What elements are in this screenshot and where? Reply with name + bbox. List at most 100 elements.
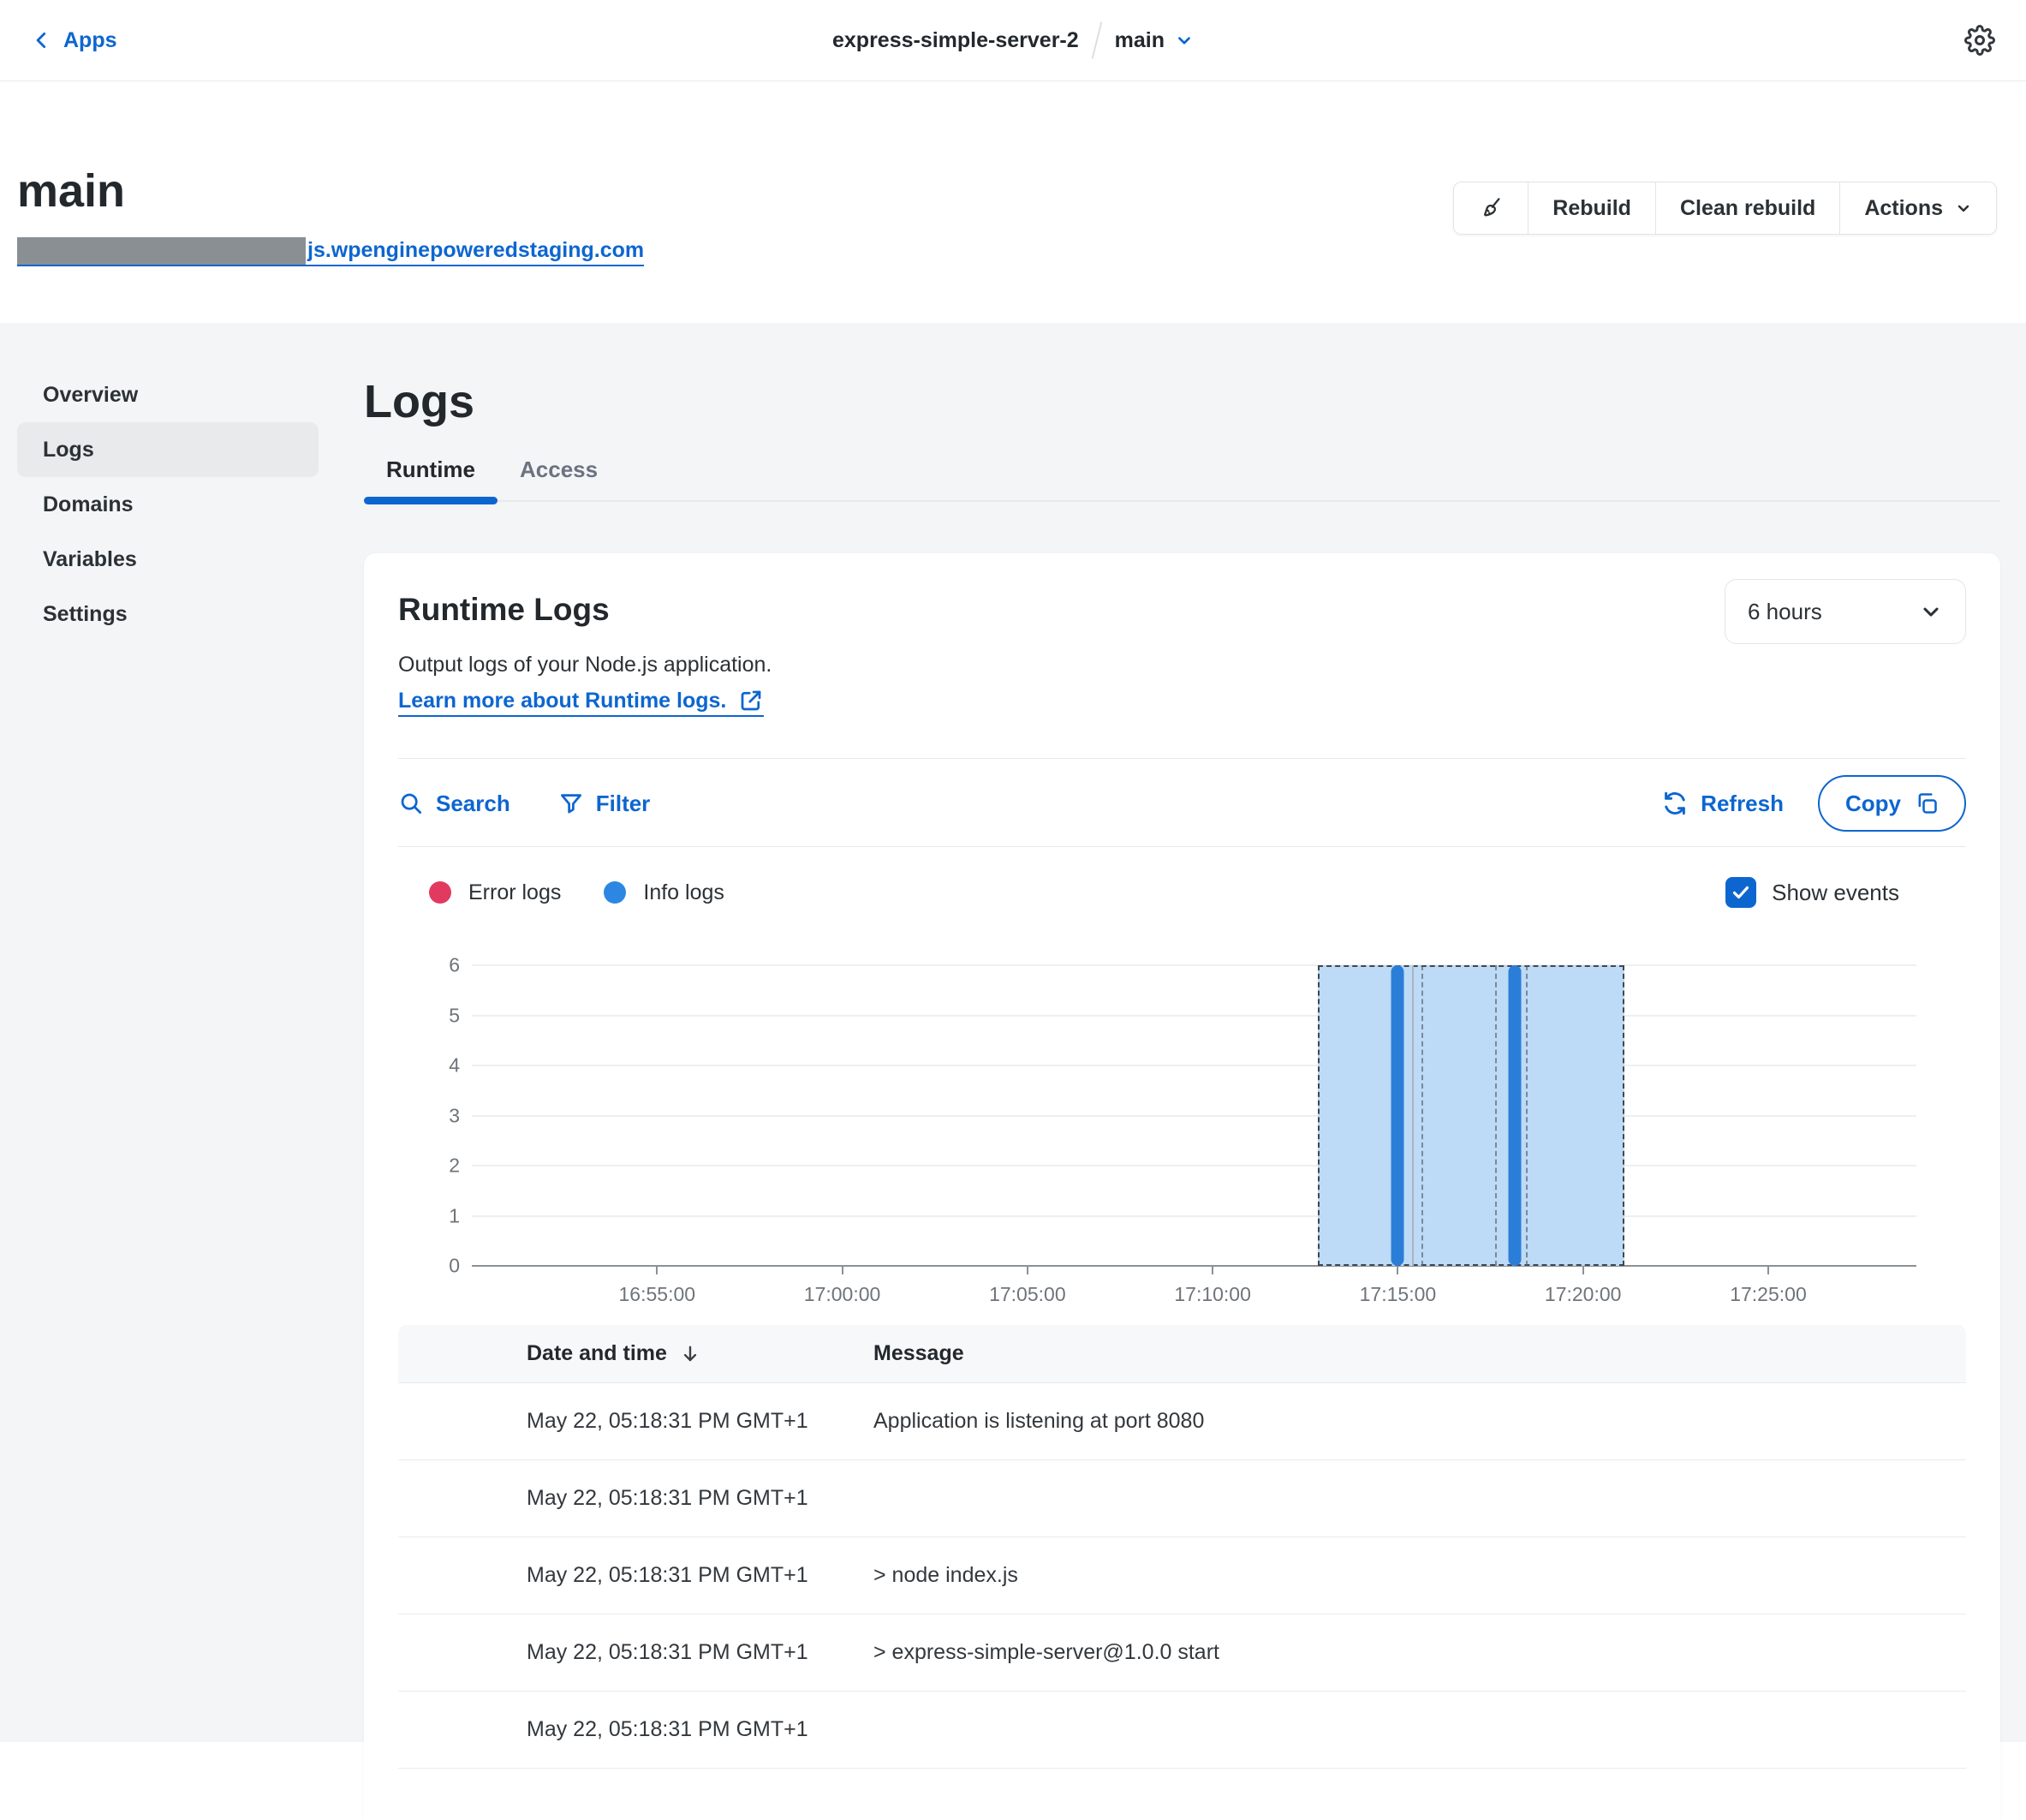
x-tick-label: 17:25:00 (1730, 1283, 1807, 1306)
legend-item-info-logs: Info logs (604, 880, 724, 905)
x-axis-line (472, 1265, 1916, 1267)
back-to-apps-link[interactable]: Apps (31, 28, 117, 53)
events-highlight-region[interactable] (1318, 965, 1624, 1266)
chart-legend-row: Error logs Info logs Show events (398, 878, 1966, 907)
tab-access[interactable]: Access (498, 456, 620, 500)
chevron-down-icon (1919, 600, 1943, 624)
sidebar-item-settings[interactable]: Settings (17, 587, 319, 641)
column-header-date[interactable]: Date and time (527, 1341, 873, 1366)
time-range-dropdown[interactable]: 6 hours (1725, 579, 1966, 644)
y-tick-label: 5 (449, 1004, 460, 1027)
chevron-down-icon (1175, 31, 1194, 50)
y-tick-label: 6 (449, 954, 460, 977)
environment-header: main js.wpenginepoweredstaging.com Rebui… (0, 81, 2026, 323)
refresh-button[interactable]: Refresh (1661, 790, 1784, 817)
column-header-message: Message (873, 1341, 1966, 1366)
y-tick-label: 0 (449, 1255, 460, 1278)
event-line (1526, 965, 1528, 1266)
learn-more-link[interactable]: Learn more about Runtime logs. (398, 688, 764, 717)
logs-toolbar: Search Filter Refresh (398, 773, 1966, 834)
top-bar: Apps express-simple-server-2 main (0, 0, 2026, 81)
filter-button[interactable]: Filter (558, 791, 651, 817)
sort-descending-icon (679, 1343, 701, 1365)
chart-plot-area: 16:55:0017:00:0017:05:0017:10:0017:15:00… (472, 965, 1916, 1266)
breadcrumb-env-selector[interactable]: main (1115, 28, 1194, 53)
event-line (1421, 965, 1423, 1266)
refresh-label: Refresh (1701, 791, 1784, 817)
environment-actions-button-group: Rebuild Clean rebuild Actions (1453, 182, 1997, 235)
breadcrumb-env: main (1115, 28, 1165, 53)
runtime-logs-card: Runtime Logs Output logs of your Node.js… (364, 553, 2000, 1820)
time-range-value: 6 hours (1748, 599, 1822, 625)
chart-y-axis-labels: 0123456 (398, 965, 460, 1266)
divider (398, 758, 1966, 759)
row-date: May 22, 05:18:31 PM GMT+1 (527, 1717, 873, 1742)
breadcrumb-app[interactable]: express-simple-server-2 (832, 28, 1079, 53)
clean-rebuild-label: Clean rebuild (1680, 196, 1815, 221)
x-tick-mark (1767, 1266, 1769, 1274)
x-tick-label: 16:55:00 (619, 1283, 696, 1306)
y-tick-label: 4 (449, 1054, 460, 1077)
show-events-checkbox[interactable] (1725, 877, 1756, 908)
card-description: Output logs of your Node.js application. (398, 653, 772, 677)
event-line (1412, 965, 1414, 1266)
log-bar-info-logs (1509, 965, 1522, 1266)
x-tick-mark (1582, 1266, 1584, 1274)
x-tick-mark (1397, 1266, 1398, 1274)
filter-label: Filter (596, 791, 651, 817)
chart-legend: Error logs Info logs (429, 880, 767, 905)
refresh-icon (1661, 790, 1689, 817)
x-tick-mark (656, 1266, 658, 1274)
logs-table: Date and time Message May 22, 05:18:31 P… (398, 1325, 1966, 1769)
logs-table-body: May 22, 05:18:31 PM GMT+1 Application is … (398, 1383, 1966, 1769)
clean-rebuild-button[interactable]: Clean rebuild (1655, 182, 1839, 234)
table-row[interactable]: May 22, 05:18:31 PM GMT+1> express-simpl… (398, 1614, 1966, 1692)
row-message: > express-simple-server@1.0.0 start (873, 1640, 1966, 1665)
search-label: Search (436, 791, 510, 817)
logs-frequency-chart: 0123456 16:55:0017:00:0017:05:0017:10:00… (398, 965, 1966, 1318)
logs-page-title: Logs (364, 378, 2000, 426)
breadcrumb-separator (1091, 21, 1102, 58)
show-events-toggle[interactable]: Show events (1725, 877, 1899, 908)
sidebar-item-domains[interactable]: Domains (17, 477, 319, 532)
sidebar-item-logs[interactable]: Logs (17, 422, 319, 477)
logs-table-header: Date and time Message (398, 1325, 1966, 1383)
legend-item-error-logs: Error logs (429, 880, 561, 905)
sidebar-item-variables[interactable]: Variables (17, 532, 319, 587)
copy-label: Copy (1845, 791, 1901, 817)
breadcrumb: express-simple-server-2 main (832, 21, 1194, 59)
table-row[interactable]: May 22, 05:18:31 PM GMT+1Application is … (398, 1383, 1966, 1460)
message-column-label: Message (873, 1341, 964, 1365)
row-message: > node index.js (873, 1563, 1966, 1588)
sidebar-item-overview[interactable]: Overview (17, 367, 319, 422)
gridline (472, 1115, 1916, 1117)
gridline (472, 1065, 1916, 1066)
clean-cache-button[interactable] (1454, 182, 1528, 234)
learn-more-label: Learn more about Runtime logs. (398, 689, 726, 713)
copy-button[interactable]: Copy (1818, 775, 1966, 832)
x-tick-label: 17:10:00 (1174, 1283, 1251, 1306)
row-date: May 22, 05:18:31 PM GMT+1 (527, 1563, 873, 1588)
table-row[interactable]: May 22, 05:18:31 PM GMT+1> node index.js (398, 1537, 1966, 1614)
table-row[interactable]: May 22, 05:18:31 PM GMT+1 (398, 1460, 1966, 1537)
date-column-label: Date and time (527, 1341, 667, 1366)
sidebar: OverviewLogsDomainsVariablesSettings (17, 367, 319, 641)
actions-menu-button[interactable]: Actions (1839, 182, 1996, 234)
search-button[interactable]: Search (398, 791, 510, 817)
x-tick-label: 17:20:00 (1545, 1283, 1622, 1306)
row-message: Application is listening at port 8080 (873, 1409, 1966, 1434)
gridline (472, 964, 1916, 966)
tab-runtime[interactable]: Runtime (364, 456, 498, 500)
table-row[interactable]: May 22, 05:18:31 PM GMT+1 (398, 1692, 1966, 1769)
environment-url-link[interactable]: js.wpenginepoweredstaging.com (17, 236, 644, 266)
broom-icon (1478, 195, 1504, 221)
row-date: May 22, 05:18:31 PM GMT+1 (527, 1640, 873, 1665)
actions-label: Actions (1864, 196, 1943, 221)
search-icon (398, 791, 424, 816)
settings-gear-icon[interactable] (1964, 25, 1995, 56)
gridline (472, 1215, 1916, 1217)
rebuild-label: Rebuild (1552, 196, 1631, 221)
external-link-icon (738, 688, 764, 713)
logs-tabs: RuntimeAccess (364, 456, 2000, 502)
rebuild-button[interactable]: Rebuild (1528, 182, 1655, 234)
